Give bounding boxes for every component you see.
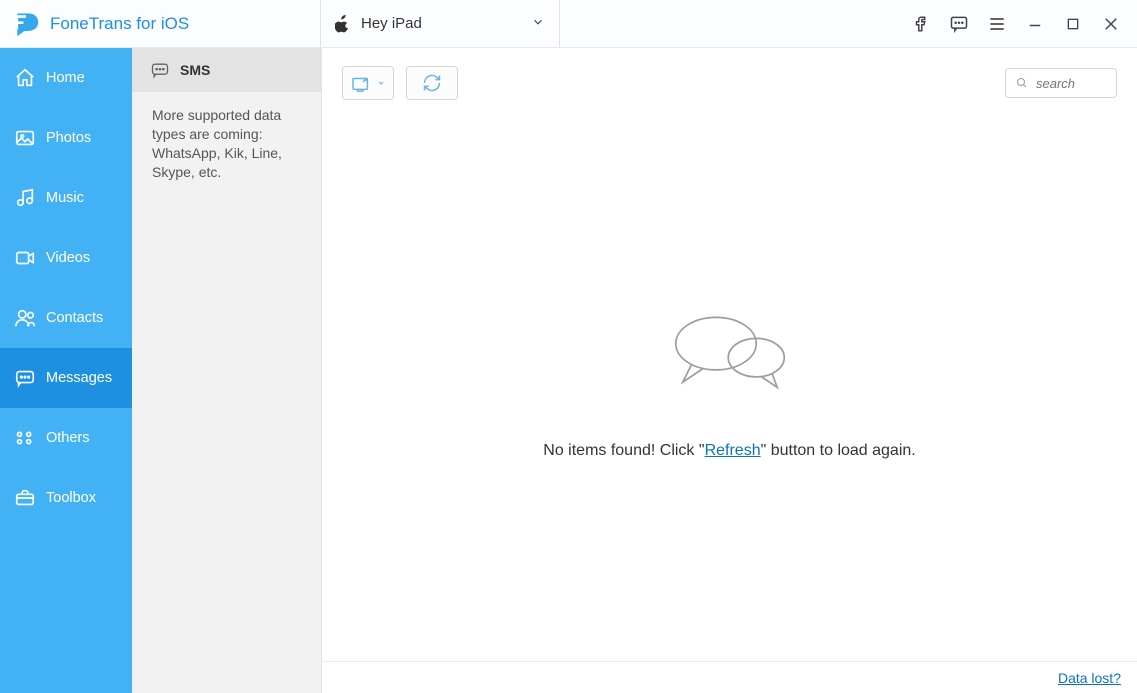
- toolbar: [322, 48, 1137, 104]
- subpanel-item-label: SMS: [180, 62, 210, 78]
- chevron-down-icon: [531, 15, 545, 32]
- feedback-button[interactable]: [947, 12, 971, 36]
- sidebar-item-home[interactable]: Home: [0, 48, 132, 108]
- subpanel-item-sms[interactable]: SMS: [132, 48, 321, 92]
- sidebar-item-messages[interactable]: Messages: [0, 348, 132, 408]
- device-selector[interactable]: Hey iPad: [320, 0, 560, 47]
- empty-message: No items found! Click "Refresh" button t…: [543, 442, 915, 460]
- sidebar-item-label: Music: [46, 190, 84, 206]
- sidebar-item-label: Videos: [46, 250, 90, 266]
- facebook-button[interactable]: [909, 12, 933, 36]
- subpanel: SMS More supported data types are coming…: [132, 48, 322, 693]
- minimize-button[interactable]: [1023, 12, 1047, 36]
- sidebar-item-label: Home: [46, 70, 85, 86]
- sidebar-item-label: Others: [46, 430, 90, 446]
- refresh-button[interactable]: [406, 66, 458, 100]
- header-buttons: [909, 12, 1137, 36]
- apple-icon: [335, 15, 351, 33]
- maximize-button[interactable]: [1061, 12, 1085, 36]
- device-name: Hey iPad: [361, 15, 521, 32]
- search-box[interactable]: [1005, 68, 1117, 98]
- subpanel-info: More supported data types are coming: Wh…: [132, 92, 321, 196]
- content-area: No items found! Click "Refresh" button t…: [322, 104, 1137, 661]
- export-button[interactable]: [342, 66, 394, 100]
- sidebar: Home Photos Music Videos Contacts Messag…: [0, 48, 132, 693]
- refresh-link[interactable]: Refresh: [705, 442, 761, 459]
- sidebar-item-contacts[interactable]: Contacts: [0, 288, 132, 348]
- menu-button[interactable]: [985, 12, 1009, 36]
- sidebar-item-videos[interactable]: Videos: [0, 228, 132, 288]
- sidebar-item-music[interactable]: Music: [0, 168, 132, 228]
- app-brand: FoneTrans for iOS: [0, 10, 320, 38]
- sidebar-item-label: Toolbox: [46, 490, 96, 506]
- search-input[interactable]: [1036, 76, 1106, 91]
- app-title: FoneTrans for iOS: [50, 14, 189, 34]
- sidebar-item-photos[interactable]: Photos: [0, 108, 132, 168]
- main: No items found! Click "Refresh" button t…: [322, 48, 1137, 693]
- data-lost-link[interactable]: Data lost?: [1058, 670, 1121, 686]
- sidebar-item-label: Photos: [46, 130, 91, 146]
- sidebar-item-label: Messages: [46, 370, 112, 386]
- body: Home Photos Music Videos Contacts Messag…: [0, 48, 1137, 693]
- close-button[interactable]: [1099, 12, 1123, 36]
- empty-suffix: " button to load again.: [761, 442, 916, 459]
- footer: Data lost?: [322, 661, 1137, 693]
- titlebar: FoneTrans for iOS Hey iPad: [0, 0, 1137, 48]
- app-logo-icon: [12, 10, 40, 38]
- sidebar-item-label: Contacts: [46, 310, 103, 326]
- empty-prefix: No items found! Click ": [543, 442, 704, 459]
- search-icon: [1016, 76, 1028, 90]
- empty-chat-icon: [660, 305, 800, 408]
- sidebar-item-toolbox[interactable]: Toolbox: [0, 468, 132, 528]
- sidebar-item-others[interactable]: Others: [0, 408, 132, 468]
